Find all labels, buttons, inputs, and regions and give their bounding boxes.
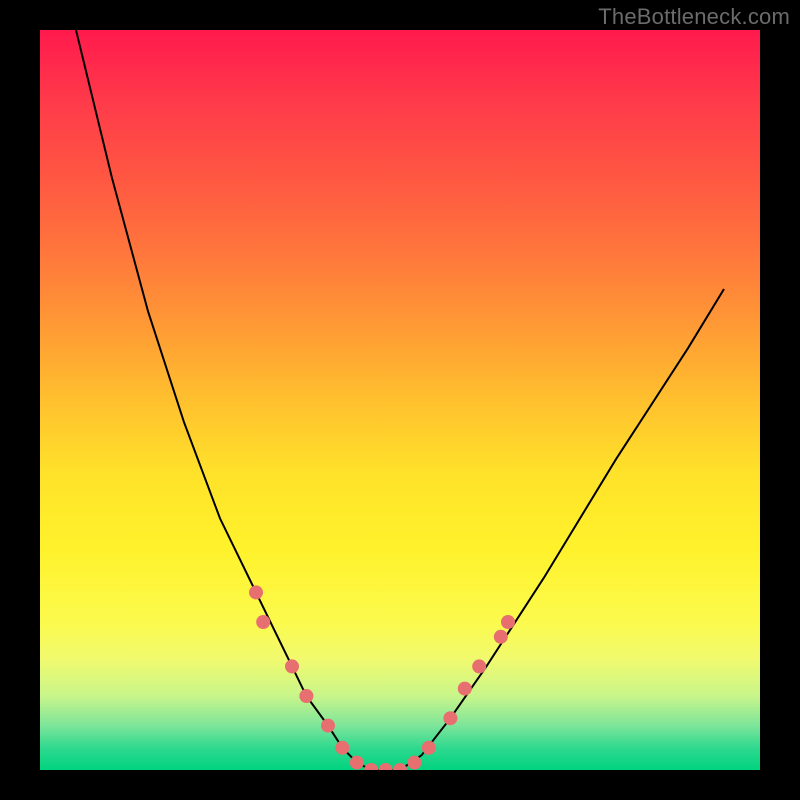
plot-area: [40, 30, 760, 770]
data-marker: [472, 659, 486, 673]
data-marker: [458, 682, 472, 696]
data-marker: [285, 659, 299, 673]
data-marker: [407, 756, 421, 770]
data-marker: [350, 756, 364, 770]
data-marker: [422, 741, 436, 755]
data-marker: [494, 630, 508, 644]
data-marker: [335, 741, 349, 755]
data-marker: [443, 711, 457, 725]
data-marker: [393, 763, 407, 770]
chart-svg: [40, 30, 760, 770]
data-marker: [379, 763, 393, 770]
data-marker: [501, 615, 515, 629]
data-marker: [321, 719, 335, 733]
data-marker: [256, 615, 270, 629]
bottleneck-curve: [76, 30, 724, 770]
chart-frame: TheBottleneck.com: [0, 0, 800, 800]
data-marker: [364, 763, 378, 770]
watermark-text: TheBottleneck.com: [598, 4, 790, 30]
data-marker: [299, 689, 313, 703]
data-marker: [249, 585, 263, 599]
data-markers: [249, 585, 515, 770]
